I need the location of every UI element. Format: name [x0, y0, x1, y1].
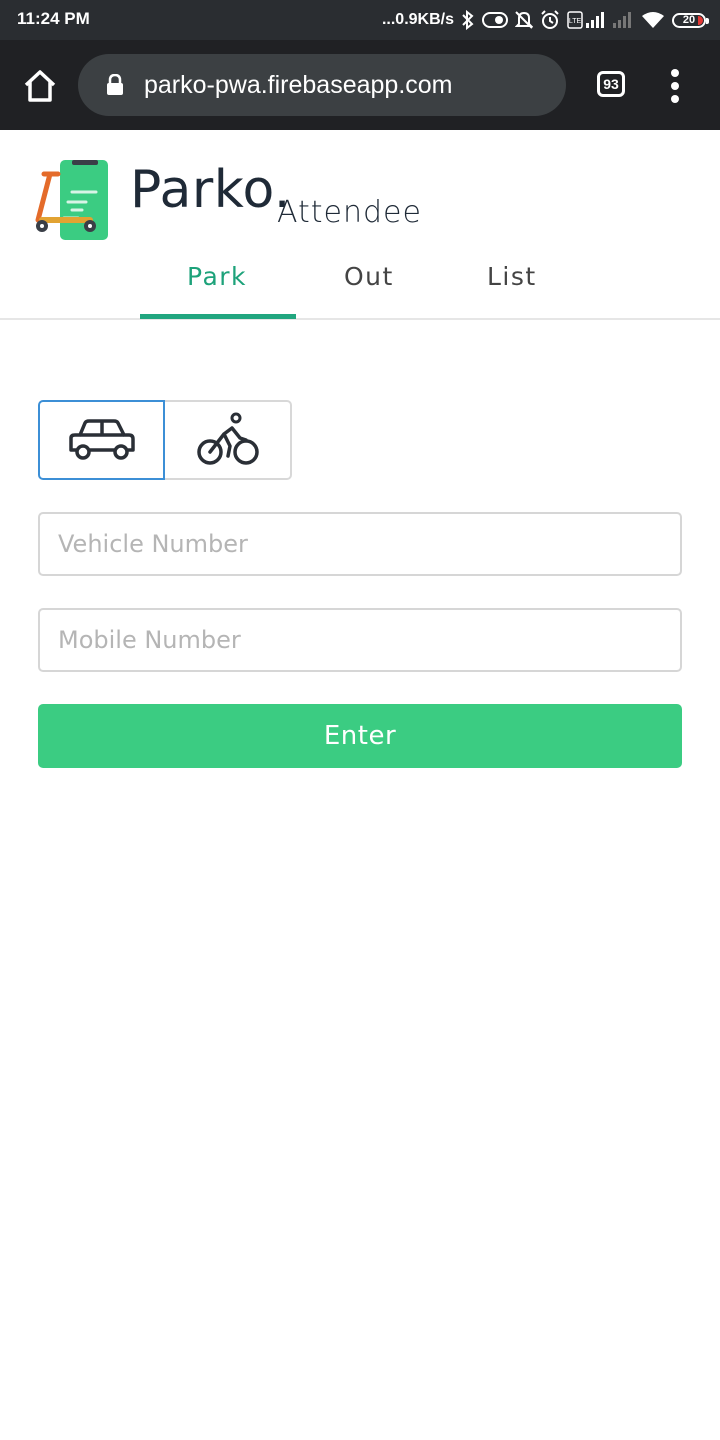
parko-logo-icon — [35, 160, 108, 240]
status-bar: 11:24 PM ...0.9KB/s LTE 20 — [0, 0, 720, 40]
browser-toolbar: parko-pwa.firebaseapp.com 93 — [0, 40, 720, 130]
tab-count: 93 — [603, 76, 619, 92]
status-time: 11:24 PM — [17, 9, 90, 28]
brand-name: Parko. — [130, 160, 291, 220]
brand-role: Attendee — [277, 195, 422, 230]
tab-out[interactable]: Out — [344, 262, 394, 291]
battery-level: 20 — [682, 14, 696, 26]
lock-icon — [107, 74, 123, 95]
address-bar[interactable]: parko-pwa.firebaseapp.com — [78, 54, 566, 116]
tab-switcher-button[interactable]: 93 — [597, 71, 625, 97]
alarm-icon — [541, 10, 559, 29]
car-option-button[interactable] — [38, 400, 165, 480]
active-tab-indicator — [140, 314, 296, 319]
app-header: Parko. Attendee Park Out List — [0, 130, 720, 320]
home-icon[interactable] — [22, 68, 58, 104]
bike-option-button[interactable] — [165, 400, 292, 480]
car-icon — [68, 419, 135, 460]
tab-park[interactable]: Park — [187, 262, 247, 291]
toggle-icon — [482, 12, 508, 28]
vehicle-number-input[interactable] — [38, 512, 682, 576]
svg-text:LTE: LTE — [569, 18, 582, 25]
tab-list[interactable]: List — [487, 262, 537, 291]
bluetooth-icon — [462, 10, 474, 30]
wifi-icon — [642, 12, 664, 28]
status-icons: ...0.9KB/s LTE 20 — [381, 8, 709, 32]
mobile-number-input[interactable] — [38, 608, 682, 672]
bicycle-icon — [196, 412, 259, 465]
bell-off-icon — [515, 11, 533, 29]
more-options-icon[interactable] — [664, 68, 686, 104]
volte-signal-icon: LTE — [567, 11, 604, 29]
battery-icon: 20 — [672, 12, 709, 28]
network-speed: ...0.9KB/s — [381, 11, 454, 28]
vehicle-type-toggle — [38, 400, 292, 480]
enter-button[interactable]: Enter — [38, 704, 682, 768]
url-text: parko-pwa.firebaseapp.com — [144, 71, 453, 99]
signal-icon — [613, 12, 631, 28]
